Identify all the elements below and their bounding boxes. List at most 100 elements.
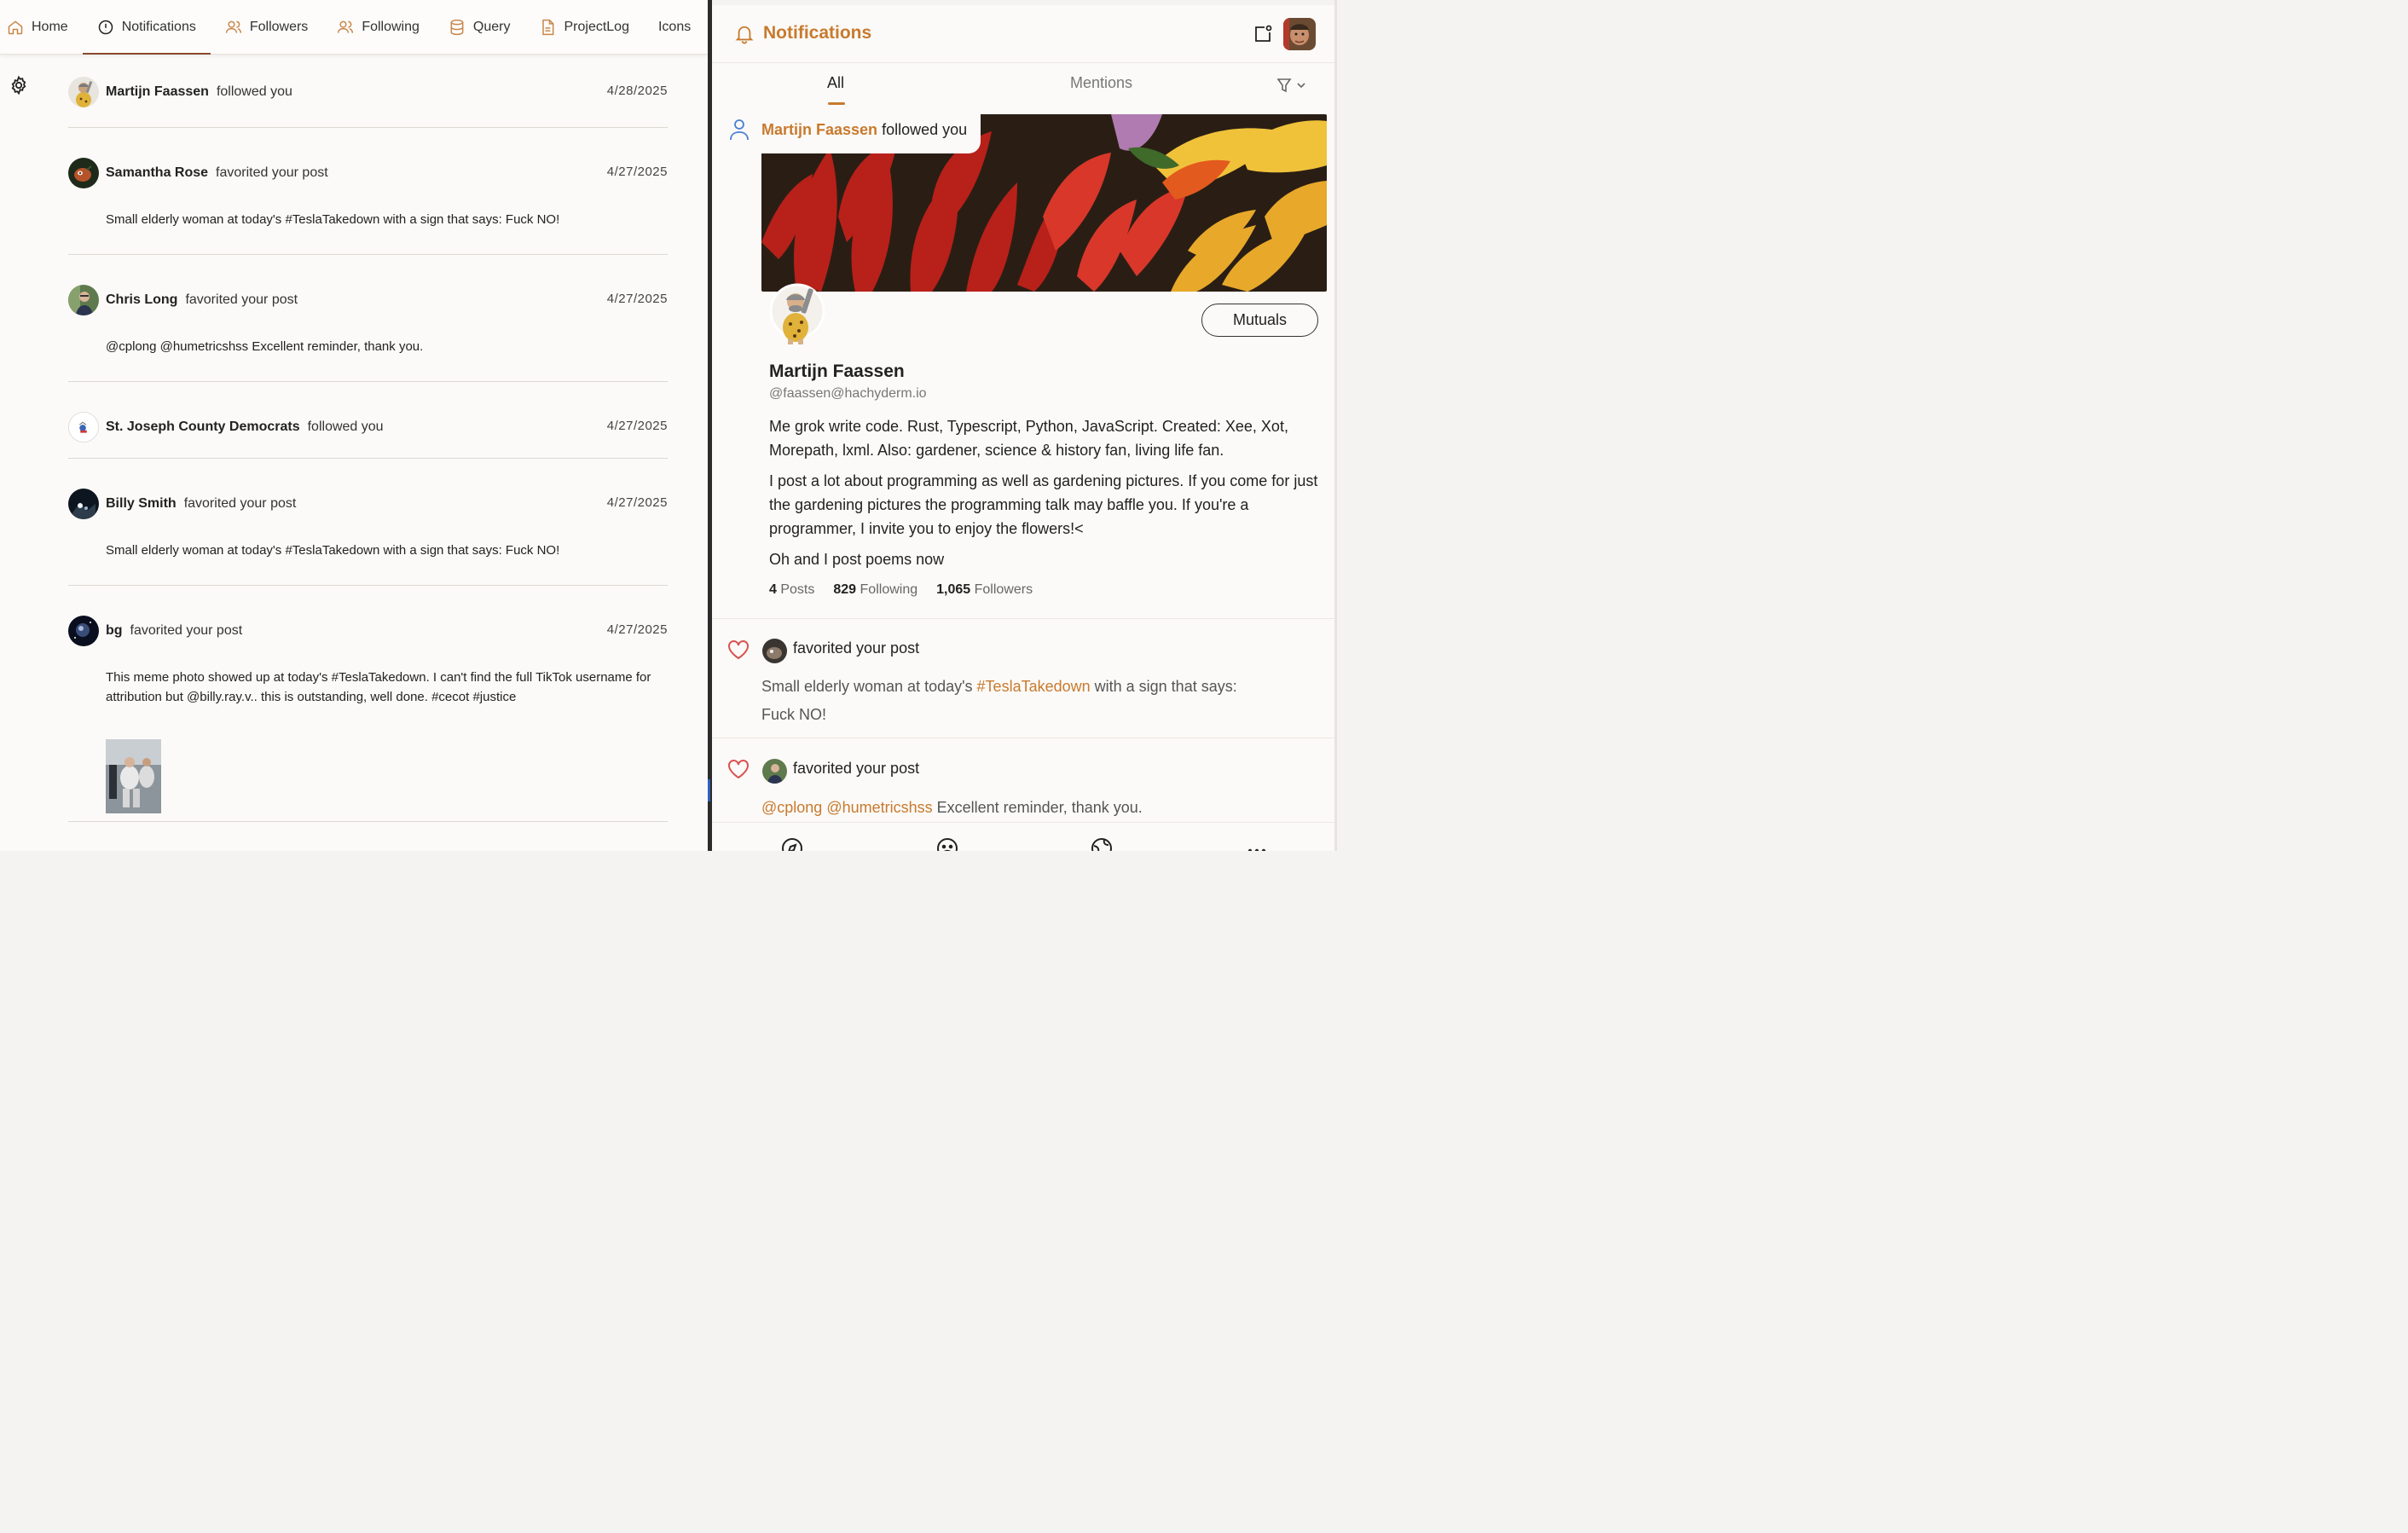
follow-action: followed you xyxy=(882,121,968,138)
tab-followers[interactable]: Followers xyxy=(211,0,322,55)
tab-query[interactable]: Query xyxy=(434,0,525,55)
avatar[interactable] xyxy=(1283,18,1316,50)
avatar[interactable] xyxy=(762,639,787,663)
notification-user[interactable]: Martijn Faassen xyxy=(106,84,209,100)
tab-label: ProjectLog xyxy=(564,19,629,34)
users-icon xyxy=(338,20,354,33)
bottom-toolbar xyxy=(712,822,1334,851)
tab-label: Following xyxy=(362,19,420,34)
users-icon xyxy=(225,20,241,33)
alert-circle-icon xyxy=(98,20,113,34)
mutuals-button[interactable]: Mutuals xyxy=(1201,304,1318,337)
avatar[interactable] xyxy=(762,759,787,784)
notifications-panel: Notifications All Mentions Martijn Faass… xyxy=(712,5,1334,851)
heart-icon xyxy=(728,760,749,779)
profile-display-name[interactable]: Martijn Faassen xyxy=(769,362,905,382)
profile-bio-paragraph: Oh and I post poems now xyxy=(769,551,945,568)
notification-post-text[interactable]: @cplong @humetricshss Excellent reminder… xyxy=(106,337,651,356)
favorite-notification[interactable]: favorited your post Small elderly woman … xyxy=(712,619,1334,738)
panel-header: Notifications xyxy=(712,5,1334,63)
hashtag-link[interactable]: #TeslaTakedown xyxy=(977,678,1091,695)
tab-label: Notifications xyxy=(121,19,196,34)
notification-date: 4/28/2025 xyxy=(606,84,668,98)
notification-action: favorited your post xyxy=(183,496,297,511)
tab-home[interactable]: Home xyxy=(0,0,83,55)
notification-user[interactable]: Samantha Rose xyxy=(106,165,208,181)
notification-user[interactable]: Billy Smith xyxy=(106,496,177,512)
profile-handle[interactable]: @faassen@hachyderm.io xyxy=(769,386,927,402)
notification-post-text[interactable]: This meme photo showed up at today's #Te… xyxy=(106,668,651,707)
avatar[interactable] xyxy=(68,77,99,107)
list-item[interactable]: Chris Long favorited your post 4/27/2025… xyxy=(68,255,668,382)
favorite-post-text[interactable]: Small elderly woman at today's #TeslaTak… xyxy=(761,673,1273,729)
notification-date: 4/27/2025 xyxy=(606,495,668,510)
following-count[interactable]: 829 Following xyxy=(833,582,917,598)
home-icon xyxy=(8,20,23,34)
follower-name[interactable]: Martijn Faassen xyxy=(761,121,877,138)
notification-action: favorited your post xyxy=(216,165,328,180)
notification-action: favorited your post xyxy=(185,292,298,307)
active-tab-indicator xyxy=(828,102,845,105)
top-navigation: Home Notifications Followers Following Q… xyxy=(0,0,708,55)
heart-icon xyxy=(728,640,749,660)
gear-icon[interactable] xyxy=(9,75,29,95)
filter-icon[interactable] xyxy=(1276,77,1307,94)
tab-following[interactable]: Following xyxy=(322,0,434,55)
favorite-post-text[interactable]: @cplong @humetricshss Excellent reminder… xyxy=(761,794,1273,822)
notification-date: 4/27/2025 xyxy=(606,622,668,637)
person-icon xyxy=(730,119,749,141)
notification-list: Martijn Faassen followed you 4/28/2025 S… xyxy=(68,55,668,822)
list-item[interactable]: bg favorited your post 4/27/2025 This me… xyxy=(68,586,668,822)
globe-icon[interactable] xyxy=(1091,837,1113,851)
notification-date: 4/27/2025 xyxy=(606,419,668,433)
document-icon xyxy=(542,19,554,35)
avatar[interactable] xyxy=(769,283,825,346)
notification-action: followed you xyxy=(307,419,384,434)
panel-tabs: All Mentions xyxy=(712,63,1334,107)
new-window-icon[interactable] xyxy=(1253,24,1273,44)
more-icon[interactable] xyxy=(1246,837,1268,851)
profile-bio-paragraph: I post a lot about programming as well a… xyxy=(769,472,1318,537)
notification-post-text[interactable]: Small elderly woman at today's #TeslaTak… xyxy=(106,210,651,229)
window-edge xyxy=(1334,0,1337,851)
list-item[interactable]: Billy Smith favorited your post 4/27/202… xyxy=(68,459,668,586)
profile-stats: 4 Posts 829 Following 1,065 Followers xyxy=(769,582,1033,598)
follow-label: Martijn Faassen followed you xyxy=(753,114,981,153)
avatar[interactable] xyxy=(68,285,99,315)
list-item[interactable]: St. Joseph County Democrats followed you… xyxy=(68,382,668,459)
follow-notification-card[interactable]: Martijn Faassen followed you Mutuals Mar… xyxy=(712,114,1334,619)
page-title: Notifications xyxy=(763,23,872,43)
list-item[interactable]: Martijn Faassen followed you 4/28/2025 xyxy=(68,55,668,128)
tab-label: Followers xyxy=(249,19,309,34)
favorite-action: favorited your post xyxy=(793,639,920,657)
posts-count[interactable]: 4 Posts xyxy=(769,582,814,598)
post-image-thumbnail[interactable] xyxy=(106,739,161,813)
tab-mentions[interactable]: Mentions xyxy=(1070,74,1132,92)
favorite-action: favorited your post xyxy=(793,760,920,777)
compass-icon[interactable] xyxy=(781,837,803,851)
notification-date: 4/27/2025 xyxy=(606,165,668,179)
avatar[interactable] xyxy=(68,616,99,646)
tab-icons[interactable]: Icons xyxy=(644,0,705,55)
notification-user[interactable]: Chris Long xyxy=(106,292,177,308)
tab-all[interactable]: All xyxy=(827,74,844,92)
bell-icon xyxy=(735,26,754,44)
database-icon xyxy=(450,19,464,35)
favorite-notification[interactable]: favorited your post @cplong @humetricshs… xyxy=(712,738,1334,824)
avatar[interactable] xyxy=(68,489,99,519)
list-item[interactable]: Samantha Rose favorited your post 4/27/2… xyxy=(68,128,668,255)
face-icon[interactable] xyxy=(936,837,958,851)
profile-bio-paragraph: Me grok write code. Rust, Typescript, Py… xyxy=(769,418,1288,459)
notification-post-text[interactable]: Small elderly woman at today's #TeslaTak… xyxy=(106,541,651,560)
notification-user[interactable]: St. Joseph County Democrats xyxy=(106,419,300,435)
tab-projectlog[interactable]: ProjectLog xyxy=(524,0,644,55)
tab-notifications[interactable]: Notifications xyxy=(82,0,211,55)
mention-links[interactable]: @cplong @humetricshss xyxy=(761,799,933,816)
tab-label: Icons xyxy=(657,19,692,34)
notification-user[interactable]: bg xyxy=(106,623,123,639)
avatar[interactable] xyxy=(68,158,99,188)
followers-count[interactable]: 1,065 Followers xyxy=(936,582,1033,598)
main-app: Home Notifications Followers Following Q… xyxy=(0,0,708,851)
avatar[interactable] xyxy=(68,412,99,443)
notification-action: followed you xyxy=(216,84,292,99)
